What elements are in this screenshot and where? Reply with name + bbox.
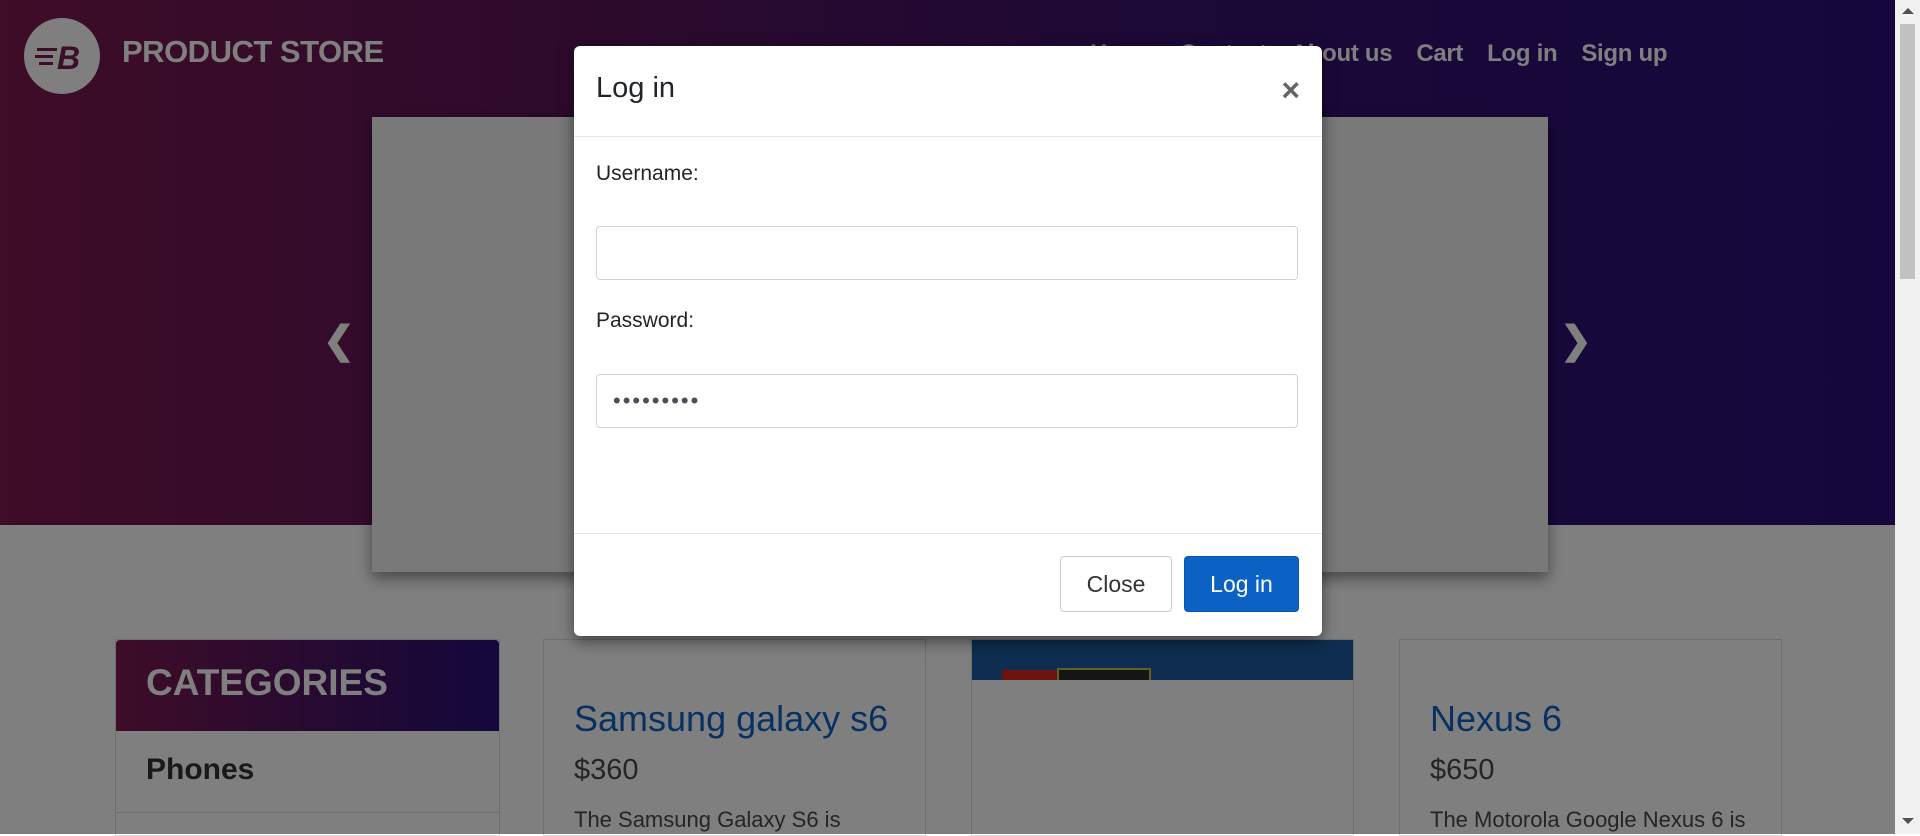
scroll-up-icon[interactable]	[1902, 8, 1914, 14]
scroll-down-icon[interactable]	[1902, 818, 1914, 824]
modal-title: Log in	[596, 72, 676, 104]
username-label: Username:	[596, 162, 699, 185]
close-button[interactable]: Close	[1060, 556, 1172, 612]
password-field[interactable]	[596, 374, 1298, 428]
close-icon[interactable]: ×	[1281, 74, 1300, 106]
modal-footer: Close Log in	[574, 533, 1322, 637]
password-label: Password:	[596, 309, 695, 332]
scrollbar-thumb[interactable]	[1900, 24, 1915, 279]
login-modal: Log in × Username: Password: Close Log i…	[574, 46, 1322, 636]
login-button[interactable]: Log in	[1184, 556, 1299, 612]
page-scrollbar[interactable]	[1895, 0, 1920, 834]
username-field[interactable]	[596, 226, 1298, 280]
modal-header: Log in ×	[574, 46, 1322, 137]
